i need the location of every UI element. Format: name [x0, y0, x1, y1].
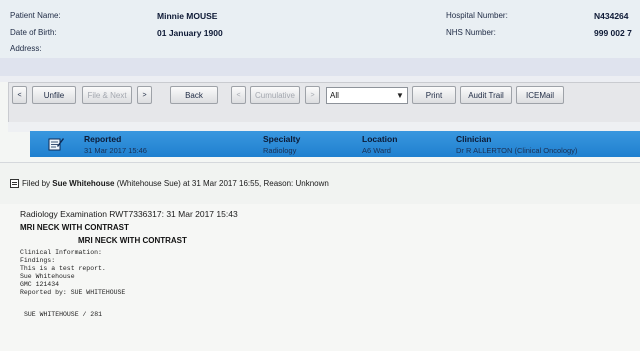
clinician-value: Dr R ALLERTON (Clinical Oncology)	[456, 146, 578, 155]
report-document-icon	[48, 138, 64, 151]
report-line: Clinical Information:	[20, 249, 102, 256]
header-divider-band	[0, 58, 640, 76]
report-line: GMC 121434	[20, 281, 60, 288]
filed-by-details: (Whitehouse Sue) at 31 Mar 2017 16:55, R…	[116, 179, 329, 188]
patient-header: Patient Name: Minnie MOUSE Date of Birth…	[0, 0, 640, 58]
report-filter-select[interactable]: All ▼	[326, 87, 408, 104]
filed-by-name: Sue Whitehouse	[52, 179, 115, 188]
chevron-left-icon: <	[17, 91, 22, 99]
previous-result-button[interactable]: <	[12, 86, 27, 104]
filed-note-icon	[10, 179, 19, 188]
report-summary-row[interactable]: Reported 31 Mar 2017 15:46 Specialty Rad…	[30, 131, 640, 157]
dob-value: 01 January 1900	[157, 28, 223, 38]
icemail-button[interactable]: ICEMail	[516, 86, 564, 104]
patient-name-label: Patient Name:	[10, 11, 61, 20]
print-button[interactable]: Print	[412, 86, 456, 104]
nhs-number-value: 999 002 7	[594, 28, 632, 38]
report-line: Reported by: SUE WHITEHOUSE	[20, 289, 126, 296]
dob-label: Date of Birth:	[10, 28, 57, 37]
hospital-number-value: N434264	[594, 11, 629, 21]
location-value: A6 Ward	[362, 146, 391, 155]
exam-header-line: Radiology Examination RWT7336317: 31 Mar…	[20, 209, 238, 219]
filed-by-line: Filed by Sue Whitehouse (Whitehouse Sue)…	[10, 179, 329, 188]
clinician-header: Clinician	[456, 134, 492, 144]
reported-header: Reported	[84, 134, 122, 144]
patient-name-value: Minnie MOUSE	[157, 11, 218, 21]
hospital-number-label: Hospital Number:	[446, 11, 508, 20]
report-line: This is a test report.	[20, 265, 106, 272]
reported-datetime: 31 Mar 2017 15:46	[84, 146, 147, 155]
report-line: Findings:	[20, 257, 56, 264]
back-button[interactable]: Back	[170, 86, 218, 104]
chevron-right-icon: >	[310, 91, 315, 99]
file-and-next-button[interactable]: File & Next	[82, 86, 132, 104]
next-result-button[interactable]: >	[137, 86, 152, 104]
report-filter-value: All	[330, 91, 339, 100]
location-header: Location	[362, 134, 398, 144]
cumulative-button[interactable]: Cumulative	[250, 86, 300, 104]
report-line: Sue Whitehouse	[20, 273, 75, 280]
cumulative-next-button[interactable]: >	[305, 86, 320, 104]
address-label: Address:	[10, 44, 42, 53]
chevron-left-icon: <	[236, 91, 241, 99]
cumulative-previous-button[interactable]: <	[231, 86, 246, 104]
exam-title: MRI NECK WITH CONTRAST	[20, 223, 129, 232]
report-signature: SUE WHITEHOUSE / 281	[24, 311, 103, 318]
unfile-button[interactable]: Unfile	[32, 86, 76, 104]
chevron-right-icon: >	[142, 91, 147, 99]
chevron-down-icon: ▼	[396, 91, 404, 100]
specialty-value: Radiology	[263, 146, 297, 155]
nhs-number-label: NHS Number:	[446, 28, 496, 37]
filed-by-prefix: Filed by	[22, 179, 51, 188]
audit-trail-button[interactable]: Audit Trail	[460, 86, 512, 104]
specialty-header: Specialty	[263, 134, 301, 144]
exam-title-centered: MRI NECK WITH CONTRAST	[78, 236, 187, 245]
